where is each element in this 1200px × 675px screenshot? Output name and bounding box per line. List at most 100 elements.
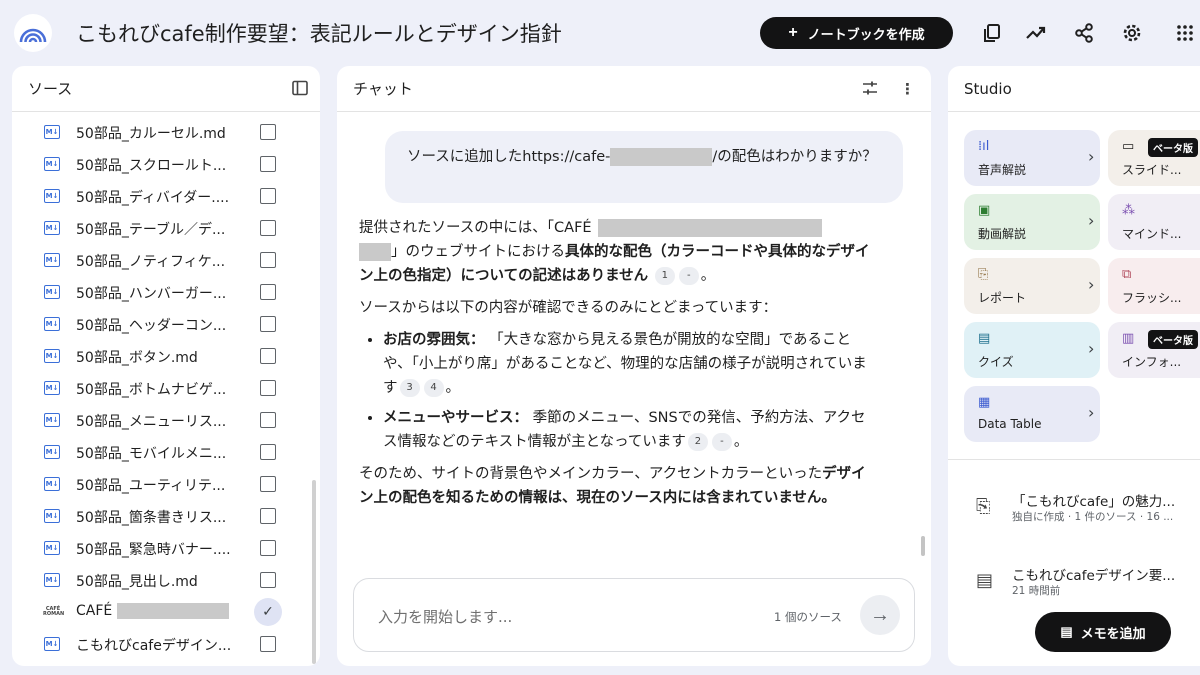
- source-name: 50部品_テーブル／デ...: [76, 222, 226, 238]
- note-subtitle: 21 時間前: [1012, 585, 1061, 597]
- video-icon: ▣: [978, 203, 991, 218]
- response-paragraph: そのため、サイトの背景色やメインカラー、アクセントカラーといったデザイン上の配色…: [359, 462, 871, 510]
- flashcards-card[interactable]: ⧉ フラッシ...: [1108, 258, 1200, 314]
- studio-panel: Studio ⁞ıl 音声解説 › ▭ ベータ版 スライド... ▣ 動画解説 …: [948, 66, 1200, 666]
- apps-grid-icon[interactable]: [1172, 20, 1198, 46]
- beta-badge: ベータ版: [1148, 330, 1198, 349]
- source-item[interactable]: M↓ 50部品_モバイルメニ...: [12, 436, 320, 468]
- source-item[interactable]: M↓ 50部品_スクロールト...: [12, 148, 320, 180]
- source-item[interactable]: M↓ 50部品_ディバイダー....: [12, 180, 320, 212]
- audio-overview-card[interactable]: ⁞ıl 音声解説 ›: [964, 130, 1100, 186]
- source-name: こもれびcafeデザイン...: [76, 638, 232, 654]
- bullet-label: お店の雰囲気：: [383, 332, 485, 348]
- citation-chip[interactable]: -: [678, 267, 699, 285]
- settings-gear-icon[interactable]: [1119, 20, 1145, 46]
- quiz-icon: ▤: [978, 331, 991, 346]
- more-vert-icon[interactable]: ⋮: [900, 80, 915, 100]
- create-notebook-button[interactable]: + ノートブックを作成: [760, 17, 953, 49]
- note-item[interactable]: ▤ こもれびcafeデザイン要... 21 時間前: [972, 562, 1200, 602]
- copy-icon[interactable]: [979, 20, 1005, 46]
- note-item[interactable]: ⎘ 「こもれびcafe」の魅力... 独自に作成 · 1 件のソース · 16 …: [972, 488, 1200, 528]
- checkmark-icon: ✓: [262, 604, 274, 620]
- note-icon: ▤: [976, 570, 994, 591]
- report-icon: ⎘: [978, 267, 989, 282]
- source-item[interactable]: CAFÉ ROMAN CAFÉ ✓: [12, 596, 320, 628]
- source-checkbox[interactable]: [260, 124, 276, 140]
- source-checkbox[interactable]: [260, 572, 276, 588]
- chat-input[interactable]: 入力を開始します... 1 個のソース →: [353, 578, 915, 652]
- response-bullets: お店の雰囲気： 「大きな窓から見える景色が開放的な空間」であることや、「小上がり…: [359, 328, 871, 454]
- source-item[interactable]: M↓ 50部品_箇条書きリス...: [12, 500, 320, 532]
- citation-chip[interactable]: -: [711, 433, 732, 451]
- source-item[interactable]: M↓ 50部品_メニューリス...: [12, 404, 320, 436]
- sources-panel: ソース M↓ 50部品_カルーセル.md M↓ 50部品_スクロールト... M↓ 5…: [12, 66, 320, 666]
- source-checkbox[interactable]: [260, 188, 276, 204]
- citation-chip[interactable]: 2: [687, 433, 708, 451]
- source-item[interactable]: M↓ 50部品_ユーティリテ...: [12, 468, 320, 500]
- create-notebook-label: ノートブックを作成: [807, 26, 925, 42]
- sources-scrollbar[interactable]: [312, 480, 316, 664]
- chevron-right-icon: ›: [1088, 211, 1095, 230]
- source-checkbox[interactable]: [260, 284, 276, 300]
- card-label: クイズ: [978, 355, 1014, 369]
- source-item[interactable]: M↓ こもれびcafeデザイン...: [12, 628, 320, 660]
- source-checkbox[interactable]: [260, 540, 276, 556]
- source-checkbox-checked[interactable]: ✓: [254, 598, 282, 626]
- source-checkbox[interactable]: [260, 636, 276, 652]
- source-item[interactable]: M↓ 50部品_テーブル／デ...: [12, 212, 320, 244]
- source-item[interactable]: M↓ 50部品_ボトムナビゲ...: [12, 372, 320, 404]
- source-checkbox[interactable]: [260, 412, 276, 428]
- tune-settings-icon[interactable]: [862, 80, 878, 100]
- table-icon: ▦: [978, 395, 991, 410]
- redacted-block: [116, 603, 229, 619]
- collapse-panel-icon[interactable]: [292, 80, 308, 100]
- text: そのため、サイトの背景色やメインカラー、アクセントカラーといった: [359, 466, 823, 482]
- markdown-file-icon: M↓: [44, 317, 60, 331]
- sources-title: ソース: [28, 80, 73, 98]
- source-item[interactable]: M↓ 50部品_緊急時バナー....: [12, 532, 320, 564]
- source-item[interactable]: M↓ 50部品_見出し.md: [12, 564, 320, 596]
- ai-note-icon: ⎘: [976, 496, 991, 517]
- report-card[interactable]: ⎘ レポート ›: [964, 258, 1100, 314]
- citation-chip[interactable]: 1: [654, 267, 675, 285]
- video-overview-card[interactable]: ▣ 動画解説 ›: [964, 194, 1100, 250]
- sources-header: ソース: [12, 66, 320, 112]
- source-checkbox[interactable]: [260, 252, 276, 268]
- source-checkbox[interactable]: [260, 476, 276, 492]
- source-checkbox[interactable]: [260, 316, 276, 332]
- infographic-card[interactable]: ▥ ベータ版 インフォ...: [1108, 322, 1200, 378]
- source-item[interactable]: M↓ 50部品_ボタン.md: [12, 340, 320, 372]
- share-icon[interactable]: [1071, 20, 1097, 46]
- source-checkbox[interactable]: [260, 508, 276, 524]
- source-item[interactable]: M↓ 50部品_ヘッダーコン...: [12, 308, 320, 340]
- send-button[interactable]: →: [860, 595, 900, 635]
- source-checkbox[interactable]: [260, 444, 276, 460]
- markdown-file-icon: M↓: [44, 445, 60, 459]
- notebook-title[interactable]: こもれびcafe制作要望：表記ルールとデザイン指針: [76, 18, 562, 48]
- source-item[interactable]: M↓ 50部品_ハンバーガー...: [12, 276, 320, 308]
- data-table-card[interactable]: ▦ Data Table ›: [964, 386, 1100, 442]
- slides-card[interactable]: ▭ ベータ版 スライド...: [1108, 130, 1200, 186]
- analytics-icon[interactable]: [1023, 20, 1049, 46]
- redacted-block: [610, 148, 713, 166]
- quiz-card[interactable]: ▤ クイズ ›: [964, 322, 1100, 378]
- source-checkbox[interactable]: [260, 380, 276, 396]
- source-checkbox[interactable]: [260, 348, 276, 364]
- add-note-button[interactable]: ▤ メモを追加: [1035, 612, 1171, 652]
- citation-chip[interactable]: 4: [423, 379, 444, 397]
- chat-scrollbar[interactable]: [921, 536, 925, 556]
- note-title: こもれびcafeデザイン要...: [1012, 568, 1176, 584]
- mindmap-card[interactable]: ⁂ マインド...: [1108, 194, 1200, 250]
- source-checkbox[interactable]: [260, 156, 276, 172]
- markdown-file-icon: M↓: [44, 125, 60, 139]
- source-item[interactable]: M↓ 50部品_ノティフィケ...: [12, 244, 320, 276]
- card-label: 動画解説: [978, 227, 1027, 241]
- redacted-block: [597, 219, 822, 237]
- source-checkbox[interactable]: [260, 220, 276, 236]
- studio-title: Studio: [964, 79, 1012, 98]
- source-item[interactable]: M↓ 50部品_カルーセル.md: [12, 116, 320, 148]
- citation-chip[interactable]: 3: [399, 379, 420, 397]
- markdown-file-icon: M↓: [44, 413, 60, 427]
- note-title: 「こもれびcafe」の魅力...: [1012, 494, 1176, 510]
- app-logo[interactable]: [14, 14, 52, 52]
